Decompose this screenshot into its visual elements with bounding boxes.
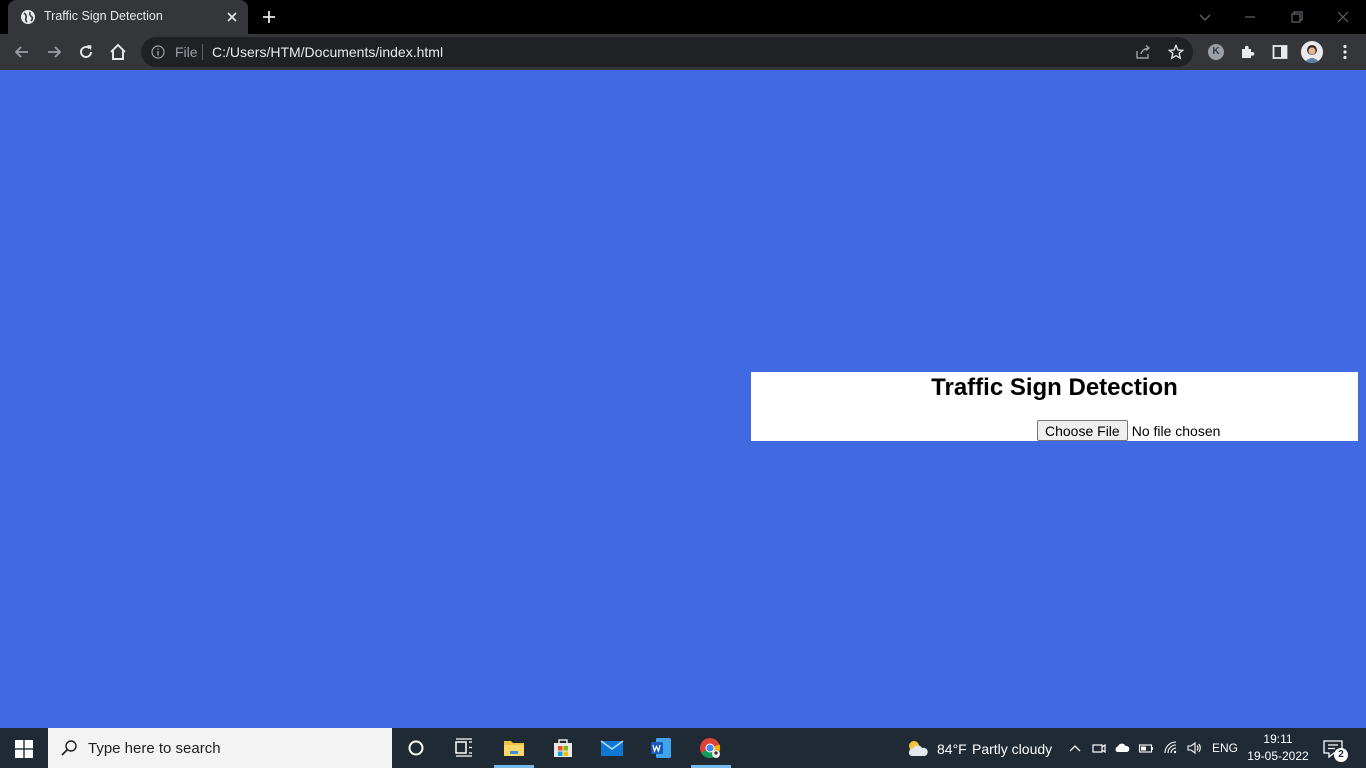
home-icon[interactable] (108, 42, 128, 62)
tab-strip: Traffic Sign Detection (0, 0, 1366, 34)
globe-icon (21, 10, 35, 24)
windows-taskbar: Type here to search 84°F Partly cloudy E… (0, 728, 1366, 768)
tab-search-chevron-icon[interactable] (1195, 7, 1215, 27)
browser-toolbar: File C:/Users/HTM/Documents/index.html K (0, 34, 1366, 70)
url-text[interactable]: C:/Users/HTM/Documents/index.html (212, 44, 443, 60)
search-icon (61, 740, 77, 756)
reload-icon[interactable] (76, 42, 96, 62)
battery-icon[interactable] (1138, 740, 1154, 756)
word-icon[interactable] (649, 736, 673, 760)
wifi-icon[interactable] (1163, 740, 1179, 756)
task-view-icon[interactable] (452, 736, 476, 760)
avatar-person-icon (1304, 45, 1320, 63)
minimize-icon[interactable] (1240, 7, 1260, 27)
page-title: Traffic Sign Detection (931, 374, 1178, 401)
forward-icon[interactable] (44, 42, 64, 62)
restore-icon[interactable] (1287, 7, 1307, 27)
omnibox-divider (202, 44, 203, 60)
mail-icon[interactable] (600, 736, 624, 760)
back-icon[interactable] (12, 42, 32, 62)
bookmark-star-icon[interactable] (1168, 44, 1184, 60)
menu-kebab-icon[interactable] (1335, 42, 1355, 62)
chrome-icon[interactable] (698, 736, 722, 760)
search-placeholder: Type here to search (88, 740, 221, 757)
side-panel-icon[interactable] (1270, 42, 1290, 62)
user-avatar[interactable] (1301, 41, 1323, 63)
windows-start-icon[interactable] (15, 740, 33, 758)
microsoft-store-icon[interactable] (551, 736, 575, 760)
close-window-icon[interactable] (1333, 7, 1353, 27)
clock-time: 19:11 (1263, 732, 1293, 746)
scheme-label: File (175, 44, 198, 60)
cortana-icon[interactable] (404, 736, 428, 760)
info-icon[interactable] (151, 45, 165, 59)
taskbar-search-box[interactable]: Type here to search (48, 728, 392, 768)
extensions-puzzle-icon[interactable] (1238, 42, 1258, 62)
profile-k-icon[interactable]: K (1208, 44, 1224, 60)
clock-date: 19-05-2022 (1247, 749, 1309, 763)
input-language[interactable]: ENG (1212, 741, 1238, 755)
onedrive-cloud-icon[interactable] (1114, 740, 1130, 756)
address-bar[interactable]: File C:/Users/HTM/Documents/index.html (141, 37, 1193, 67)
choose-file-button[interactable]: Choose File (1037, 420, 1128, 441)
meet-now-icon[interactable] (1091, 740, 1107, 756)
chevron-up-icon[interactable] (1067, 740, 1083, 756)
weather-partly-cloudy-icon[interactable] (905, 738, 929, 758)
upload-card: Traffic Sign Detection Choose File No fi… (751, 372, 1358, 441)
weather-condition[interactable]: Partly cloudy (972, 741, 1052, 757)
tab-title: Traffic Sign Detection (44, 9, 163, 23)
file-explorer-icon[interactable] (502, 736, 526, 760)
weather-temperature[interactable]: 84°F (937, 741, 967, 757)
file-status-text: No file chosen (1131, 422, 1221, 439)
share-icon[interactable] (1135, 44, 1151, 60)
browser-tab[interactable]: Traffic Sign Detection (8, 0, 248, 34)
system-clock[interactable]: 19:11 19-05-2022 (1240, 731, 1316, 765)
page-viewport: Traffic Sign Detection Choose File No fi… (0, 70, 1366, 728)
notification-count-badge: 2 (1334, 748, 1348, 762)
new-tab-icon[interactable] (260, 8, 278, 26)
volume-icon[interactable] (1186, 740, 1202, 756)
close-tab-icon[interactable] (224, 9, 240, 25)
file-input[interactable]: Choose File No file chosen (1037, 420, 1220, 441)
